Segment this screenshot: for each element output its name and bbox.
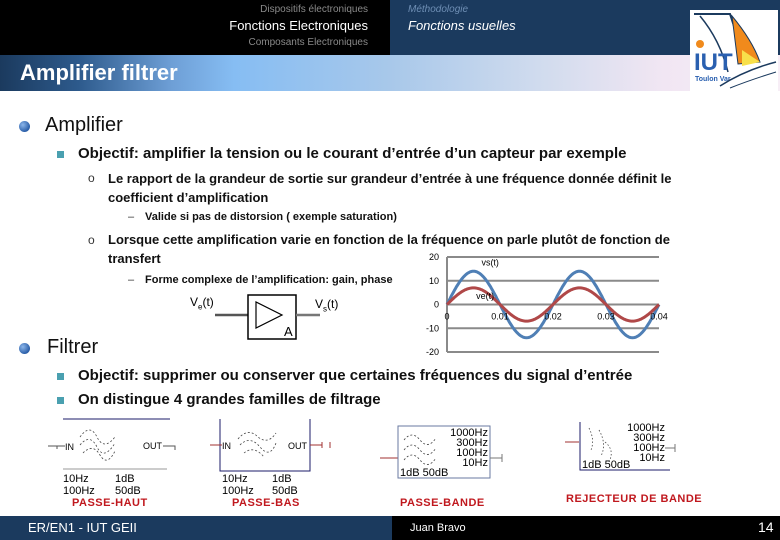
filter-heading: Filtrer	[47, 336, 99, 358]
filter-lowpass-label: PASSE-BAS	[232, 497, 300, 509]
y-tick-label: 0	[434, 300, 439, 310]
response-curves-icon	[588, 427, 612, 463]
series-label-vs: vs(t)	[481, 257, 499, 267]
point2-line1: Lorsque cette amplification varie en fon…	[108, 232, 670, 247]
filter-highpass-label: PASSE-HAUT	[72, 497, 148, 509]
svg-text:10Hz: 10Hz	[639, 452, 665, 464]
filter-bandstop-diagram: 1000Hz 300Hz 100Hz 10Hz 1dB 50dB	[565, 422, 676, 471]
svg-text:IN: IN	[65, 442, 74, 452]
filter-families: On distingue 4 grandes familles de filtr…	[78, 391, 381, 408]
nav-fonctions-usuelles[interactable]: Fonctions usuelles	[408, 18, 516, 33]
gain-label: A	[284, 324, 293, 339]
svg-text:10Hz: 10Hz	[462, 457, 488, 469]
x-tick-label: 0.03	[597, 312, 615, 322]
nav-composants[interactable]: Composants Electroniques	[248, 37, 368, 48]
svg-text:1dB 50dB: 1dB 50dB	[582, 459, 630, 471]
y-tick-label: -20	[426, 347, 439, 357]
dash-icon: –	[128, 211, 135, 223]
response-curves-icon	[79, 429, 116, 461]
iut-logo: IUT Toulon Var	[690, 10, 778, 92]
svg-text:50dB: 50dB	[272, 485, 298, 497]
svg-text:IN: IN	[222, 441, 231, 451]
filter-highpass-diagram: IN OUT 10Hz 1dB 100Hz 50dB	[48, 418, 176, 497]
svg-text:10Hz: 10Hz	[222, 473, 248, 485]
slide-title: Amplifier filtrer	[20, 60, 178, 85]
response-curves-icon	[237, 432, 277, 458]
svg-text:100Hz: 100Hz	[63, 485, 95, 497]
svg-text:10Hz: 10Hz	[63, 473, 89, 485]
logo-text: IUT	[694, 49, 733, 76]
nav-fonctions-electroniques[interactable]: Fonctions Electroniques	[229, 18, 368, 33]
bullet-square-icon	[57, 397, 64, 404]
filter-lowpass-diagram: IN OUT 10Hz 1dB 100Hz 50dB	[210, 419, 331, 497]
bullet-dot-icon	[19, 343, 30, 354]
page-number: 14	[758, 519, 774, 535]
point1-line1: Le rapport de la grandeur de sortie sur …	[108, 171, 672, 186]
dash-icon: –	[128, 274, 135, 286]
x-tick-label: 0.01	[491, 312, 509, 322]
svg-text:1dB 50dB: 1dB 50dB	[400, 467, 448, 479]
point2-line2: transfert	[108, 251, 161, 266]
amplifier-heading: Amplifier	[45, 114, 123, 136]
svg-text:1dB: 1dB	[272, 473, 292, 485]
filter-bandpass-diagram: 1000Hz 300Hz 100Hz 10Hz 1dB 50dB	[380, 425, 503, 479]
nav-dispositifs[interactable]: Dispositifs électroniques	[260, 4, 368, 15]
x-tick-label: 0.02	[544, 312, 562, 322]
svg-text:OUT: OUT	[288, 441, 308, 451]
point1-sub: Valide si pas de distorsion ( exemple sa…	[145, 211, 397, 223]
bullet-ring-icon: o	[88, 233, 95, 247]
bullet-ring-icon: o	[88, 171, 95, 185]
x-tick-label: 0	[444, 312, 449, 322]
svg-text:50dB: 50dB	[115, 485, 141, 497]
filter-objective: Objectif: supprimer ou conserver que cer…	[78, 367, 633, 384]
filter-bandstop-label: REJECTEUR DE BANDE	[566, 493, 703, 505]
svg-text:100Hz: 100Hz	[222, 485, 254, 497]
y-tick-label: -10	[426, 323, 439, 333]
point2-sub: Forme complexe de l’amplification: gain,…	[145, 274, 393, 286]
nav-methodologie[interactable]: Méthodologie	[408, 4, 468, 15]
bullet-square-icon	[57, 151, 64, 158]
footer-author: Juan Bravo	[410, 522, 466, 534]
svg-text:1dB: 1dB	[115, 473, 135, 485]
signal-chart: 20 10 0 -10 -20 0 0.01 0.02 0.03 0.04 vs(t) ve(t)	[426, 252, 668, 357]
filter-bandpass-label: PASSE-BANDE	[400, 497, 485, 509]
svg-text:OUT: OUT	[143, 441, 163, 451]
point1-line2: coefficient d’amplification	[108, 190, 269, 205]
y-tick-label: 10	[429, 276, 439, 286]
y-tick-label: 20	[429, 252, 439, 262]
series-label-ve: ve(t)	[476, 291, 494, 301]
footer-course: ER/EN1 - IUT GEII	[28, 520, 137, 535]
x-tick-label: 0.04	[650, 312, 668, 322]
amplifier-objective: Objectif: amplifier la tension ou le cou…	[78, 145, 627, 162]
bullet-square-icon	[57, 373, 64, 380]
amplifier-block: A	[215, 294, 320, 340]
bullet-dot-icon	[19, 121, 30, 132]
